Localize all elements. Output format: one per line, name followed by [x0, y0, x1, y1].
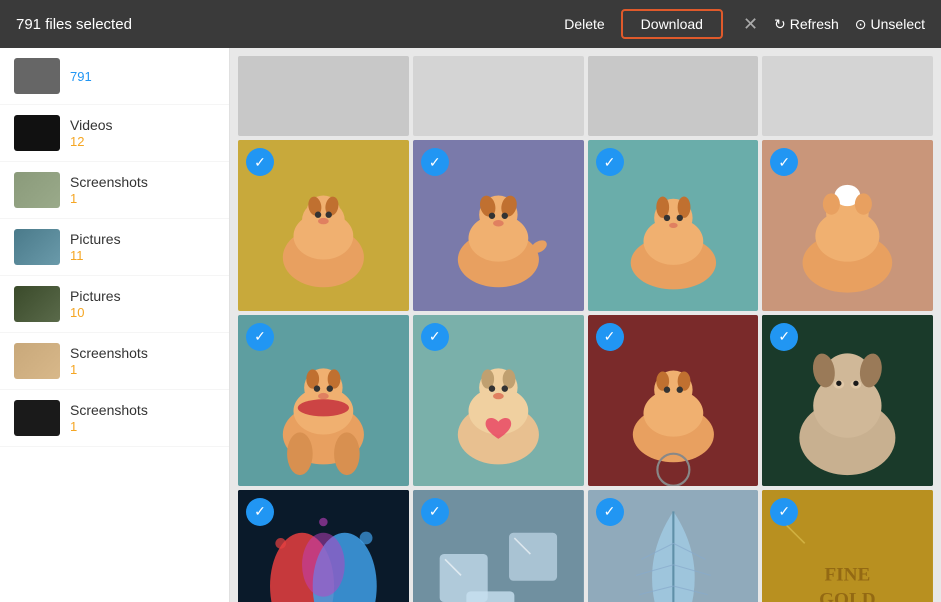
sidebar-item-videos[interactable]: Videos 12: [0, 105, 229, 162]
sidebar-count-all: 791: [70, 69, 92, 84]
top-bar: 791 files selected Delete Download ✕ ↻ R…: [0, 0, 941, 48]
check-icon: ✓: [421, 323, 449, 351]
unselect-label: Unselect: [871, 16, 925, 32]
image-cell[interactable]: ✓: [238, 490, 409, 602]
sidebar-name-pictures1: Pictures: [70, 231, 121, 247]
main-layout: 791 Videos 12 Screenshots 1 Pictures 11: [0, 48, 941, 602]
sidebar-name-videos: Videos: [70, 117, 113, 133]
sidebar-count-videos: 12: [70, 134, 113, 149]
check-icon: ✓: [770, 498, 798, 526]
check-icon: ✓: [596, 498, 624, 526]
check-icon: ✓: [246, 148, 274, 176]
image-grid: ✓ ✓: [238, 56, 933, 602]
image-cell[interactable]: ✓: [762, 140, 933, 311]
sidebar-name-screenshots3: Screenshots: [70, 402, 148, 418]
image-cell[interactable]: ✓: [588, 315, 759, 486]
check-icon: ✓: [421, 498, 449, 526]
image-cell[interactable]: [413, 56, 584, 136]
sidebar-thumb-pictures1: [14, 229, 60, 265]
sidebar-count-pictures2: 10: [70, 305, 121, 320]
delete-button[interactable]: Delete: [564, 16, 604, 32]
image-cell[interactable]: ✓: [238, 140, 409, 311]
image-cell[interactable]: ✓: [413, 490, 584, 602]
sidebar-count-pictures1: 11: [70, 248, 121, 263]
svg-text:FINE: FINE: [825, 564, 871, 585]
sidebar-count-screenshots3: 1: [70, 419, 148, 434]
sidebar-item-screenshots1[interactable]: Screenshots 1: [0, 162, 229, 219]
unselect-icon: ⊙: [855, 16, 867, 33]
sidebar-count-screenshots2: 1: [70, 362, 148, 377]
image-cell[interactable]: [588, 56, 759, 136]
selected-count-label: 791 files selected: [16, 16, 548, 33]
image-cell[interactable]: ✓: [762, 315, 933, 486]
check-icon: ✓: [246, 323, 274, 351]
image-cell[interactable]: ✓: [238, 315, 409, 486]
sidebar: 791 Videos 12 Screenshots 1 Pictures 11: [0, 48, 230, 602]
close-button[interactable]: ✕: [743, 14, 758, 35]
image-cell[interactable]: [762, 56, 933, 136]
sidebar-item-pictures2[interactable]: Pictures 10: [0, 276, 229, 333]
sidebar-thumb-screenshots2: [14, 343, 60, 379]
unselect-button[interactable]: ⊙ Unselect: [855, 16, 925, 33]
image-area: ✓ ✓: [230, 48, 941, 602]
sidebar-name-pictures2: Pictures: [70, 288, 121, 304]
sidebar-count-screenshots1: 1: [70, 191, 148, 206]
check-icon: ✓: [770, 323, 798, 351]
refresh-icon: ↻: [774, 16, 786, 33]
sidebar-name-screenshots1: Screenshots: [70, 174, 148, 190]
sidebar-item-all[interactable]: 791: [0, 48, 229, 105]
download-button[interactable]: Download: [621, 9, 723, 39]
check-icon: ✓: [596, 323, 624, 351]
sidebar-item-screenshots2[interactable]: Screenshots 1: [0, 333, 229, 390]
refresh-button[interactable]: ↻ Refresh: [774, 16, 839, 33]
image-cell[interactable]: ✓: [413, 140, 584, 311]
sidebar-thumb-screenshots3: [14, 400, 60, 436]
sidebar-thumb-screenshots1: [14, 172, 60, 208]
image-cell[interactable]: ✓: [588, 140, 759, 311]
sidebar-item-screenshots3[interactable]: Screenshots 1: [0, 390, 229, 447]
sidebar-item-pictures1[interactable]: Pictures 11: [0, 219, 229, 276]
image-cell[interactable]: [238, 56, 409, 136]
sidebar-thumb-videos: [14, 115, 60, 151]
sidebar-thumb-all: [14, 58, 60, 94]
check-icon: ✓: [596, 148, 624, 176]
sidebar-name-screenshots2: Screenshots: [70, 345, 148, 361]
check-icon: ✓: [246, 498, 274, 526]
image-cell[interactable]: ✓: [588, 490, 759, 602]
svg-text:GOLD: GOLD: [819, 589, 876, 602]
image-cell[interactable]: FINE GOLD ✓: [762, 490, 933, 602]
refresh-label: Refresh: [790, 16, 839, 32]
sidebar-thumb-pictures2: [14, 286, 60, 322]
image-cell[interactable]: ✓: [413, 315, 584, 486]
check-icon: ✓: [421, 148, 449, 176]
